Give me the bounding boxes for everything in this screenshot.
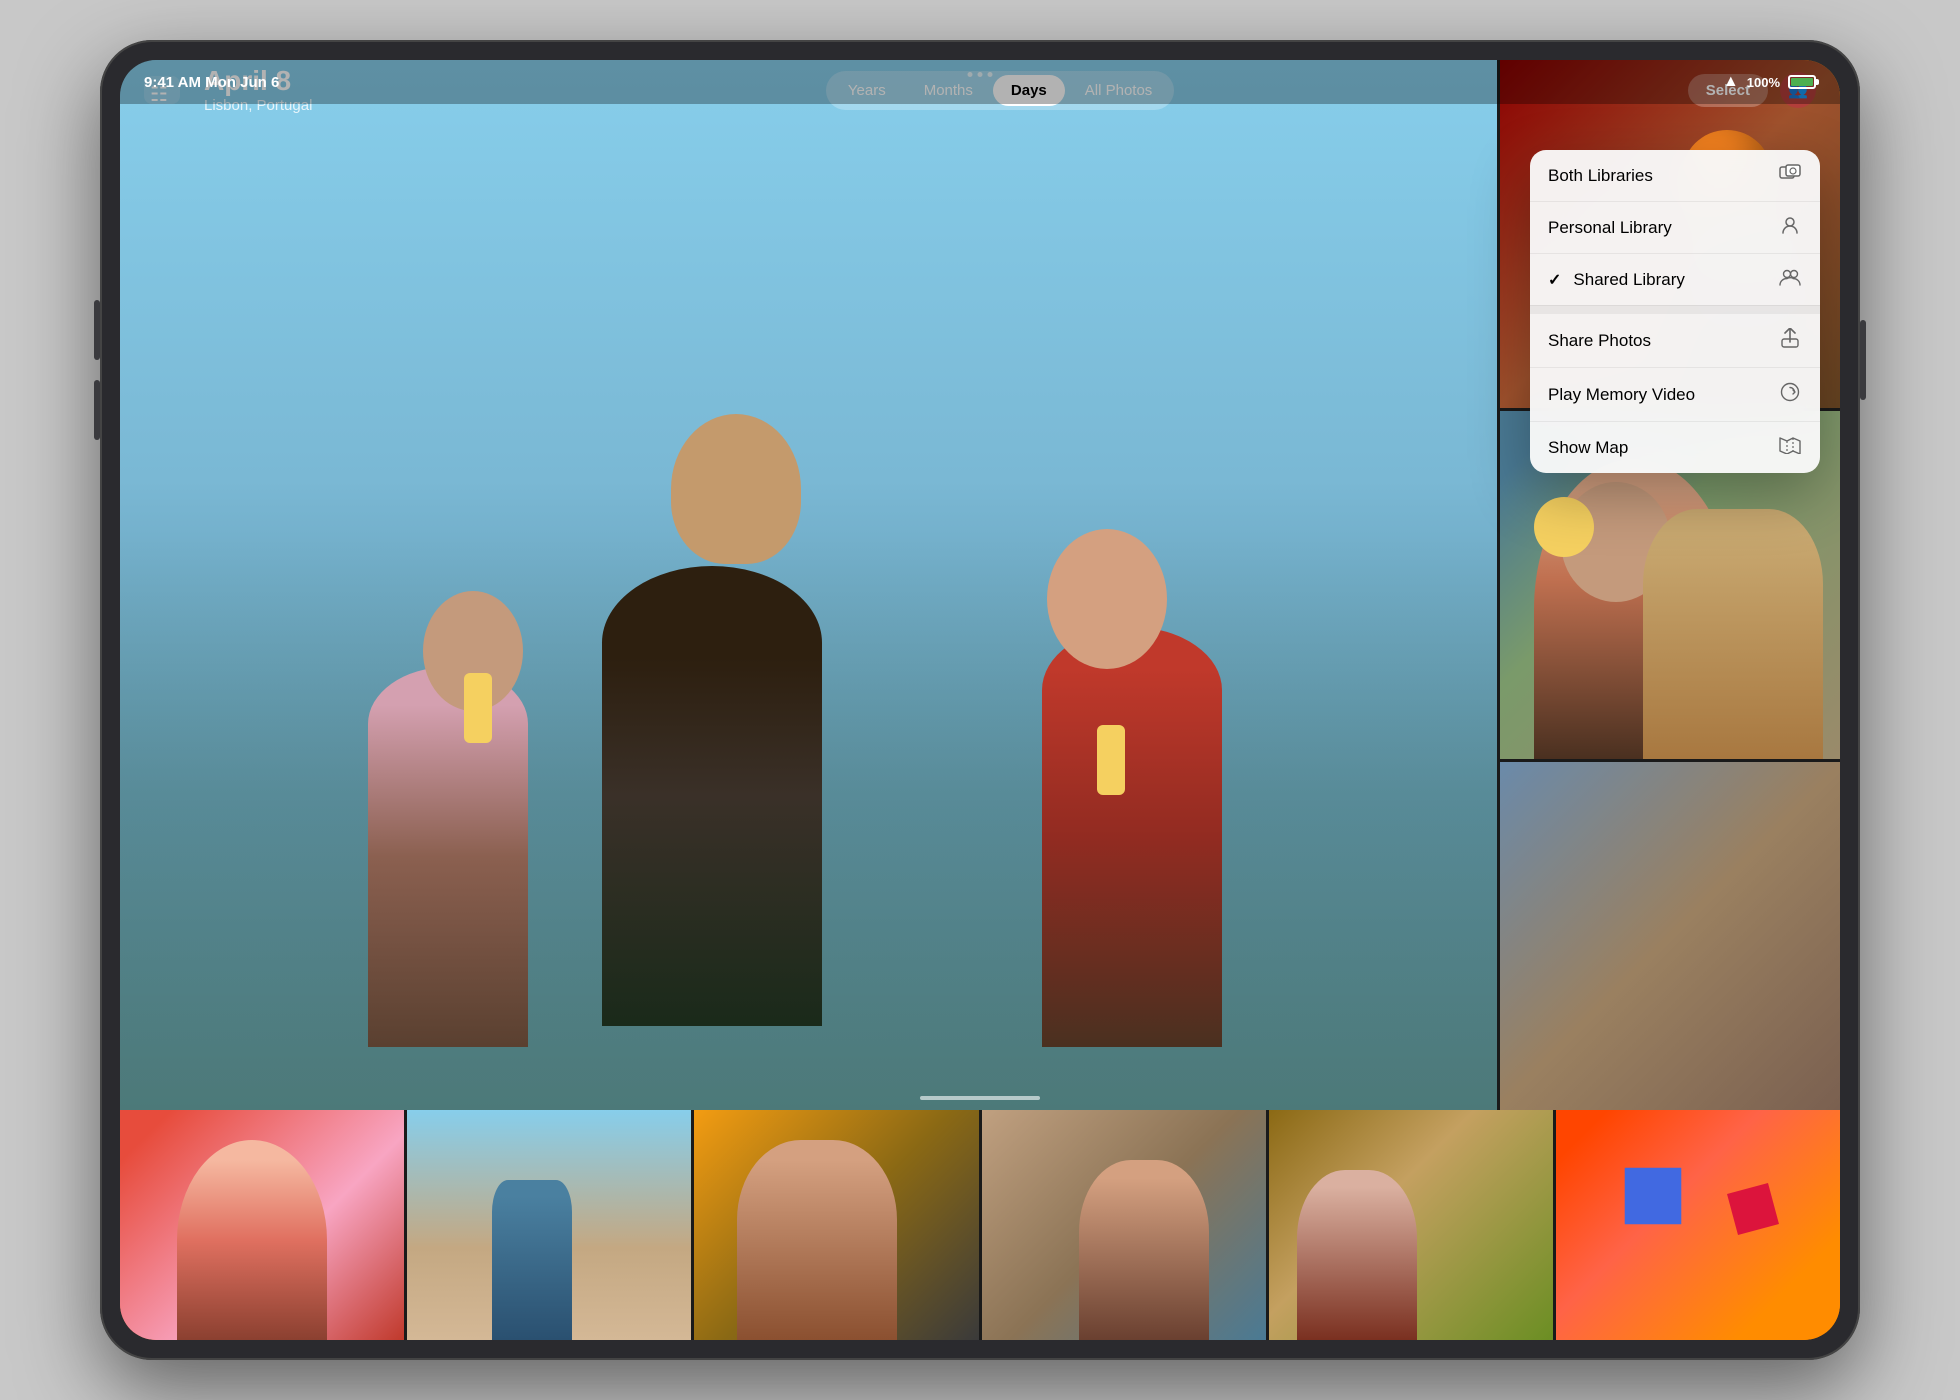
personal-library-icon [1778, 216, 1802, 239]
share-photos-label-wrap: Share Photos [1548, 331, 1651, 351]
show-map-icon [1778, 436, 1802, 459]
popsicle-left [464, 673, 492, 743]
dropdown-menu: Both Libraries Personal Library [1530, 150, 1820, 473]
thumb5-figure [1297, 1170, 1417, 1340]
thumb2-figure [492, 1180, 572, 1340]
wifi-icon: ▲ [1723, 73, 1739, 91]
thumb1-figure [177, 1140, 327, 1340]
personal-library-label: Personal Library [1548, 218, 1672, 238]
status-right: ▲ 100% [1723, 73, 1816, 91]
share-photos-icon [1778, 328, 1802, 353]
play-memory-label-wrap: Play Memory Video [1548, 385, 1695, 405]
figure-dad-head [671, 414, 801, 564]
battery-fill [1791, 78, 1813, 86]
status-bar: 9:41 AM Mon Jun 6 ▲ 100% [120, 60, 1840, 104]
share-photos-label: Share Photos [1548, 331, 1651, 351]
sunflower [1534, 497, 1594, 557]
thumb-4[interactable] [982, 1110, 1266, 1340]
popsicle-right [1097, 725, 1125, 795]
both-libraries-label-wrap: Both Libraries [1548, 166, 1653, 186]
volume-up-button[interactable] [94, 300, 100, 360]
thumb-3[interactable] [694, 1110, 978, 1340]
family-photo-bg [120, 60, 1497, 1110]
personal-library-label-wrap: Personal Library [1548, 218, 1672, 238]
play-memory-label: Play Memory Video [1548, 385, 1695, 405]
shared-checkmark: ✓ [1548, 270, 1561, 290]
shared-library-label: Shared Library [1573, 270, 1685, 290]
show-map-label: Show Map [1548, 438, 1628, 458]
thumbnails-strip [120, 1110, 1840, 1340]
battery-icon [1788, 75, 1816, 89]
battery-pct: 100% [1747, 75, 1780, 90]
volume-down-button[interactable] [94, 380, 100, 440]
play-memory-icon [1778, 382, 1802, 407]
thumb-2[interactable] [407, 1110, 691, 1340]
thumb4-figure [1079, 1160, 1209, 1340]
shared-library-icon [1778, 268, 1802, 291]
library-section: Both Libraries Personal Library [1530, 150, 1820, 306]
menu-divider [1530, 306, 1820, 314]
thumb-6[interactable] [1556, 1110, 1840, 1340]
menu-item-personal-library[interactable]: Personal Library [1530, 202, 1820, 254]
right-photo-bottom [1500, 762, 1840, 1110]
menu-item-show-map[interactable]: Show Map [1530, 422, 1820, 473]
ipad-device: 9:41 AM Mon Jun 6 ▲ 100% [100, 40, 1860, 1360]
ipad-screen: 9:41 AM Mon Jun 6 ▲ 100% [120, 60, 1840, 1340]
thumb3-figure [737, 1140, 897, 1340]
figure-child-left [368, 667, 528, 1047]
both-libraries-icon [1778, 164, 1802, 187]
figure-child-right-head [1047, 529, 1167, 669]
main-photo[interactable] [120, 60, 1497, 1110]
show-map-label-wrap: Show Map [1548, 438, 1628, 458]
figure-dad [602, 566, 822, 1026]
menu-item-both-libraries[interactable]: Both Libraries [1530, 150, 1820, 202]
figure-child-right [1042, 627, 1222, 1047]
menu-item-share-photos[interactable]: Share Photos [1530, 314, 1820, 368]
menu-item-play-memory[interactable]: Play Memory Video [1530, 368, 1820, 422]
scroll-indicator [920, 1096, 1040, 1100]
thumb6-bg [1556, 1110, 1840, 1340]
thumb-5[interactable] [1269, 1110, 1553, 1340]
power-button[interactable] [1860, 320, 1866, 400]
shared-library-label-wrap: ✓ Shared Library [1548, 270, 1685, 290]
menu-item-shared-library[interactable]: ✓ Shared Library [1530, 254, 1820, 305]
animal-figure [1643, 509, 1823, 759]
right-bot-bg [1500, 762, 1840, 1110]
thumb-1[interactable] [120, 1110, 404, 1340]
actions-section: Share Photos Play Memory Video [1530, 314, 1820, 473]
status-time: 9:41 AM Mon Jun 6 [144, 74, 279, 91]
both-libraries-label: Both Libraries [1548, 166, 1653, 186]
